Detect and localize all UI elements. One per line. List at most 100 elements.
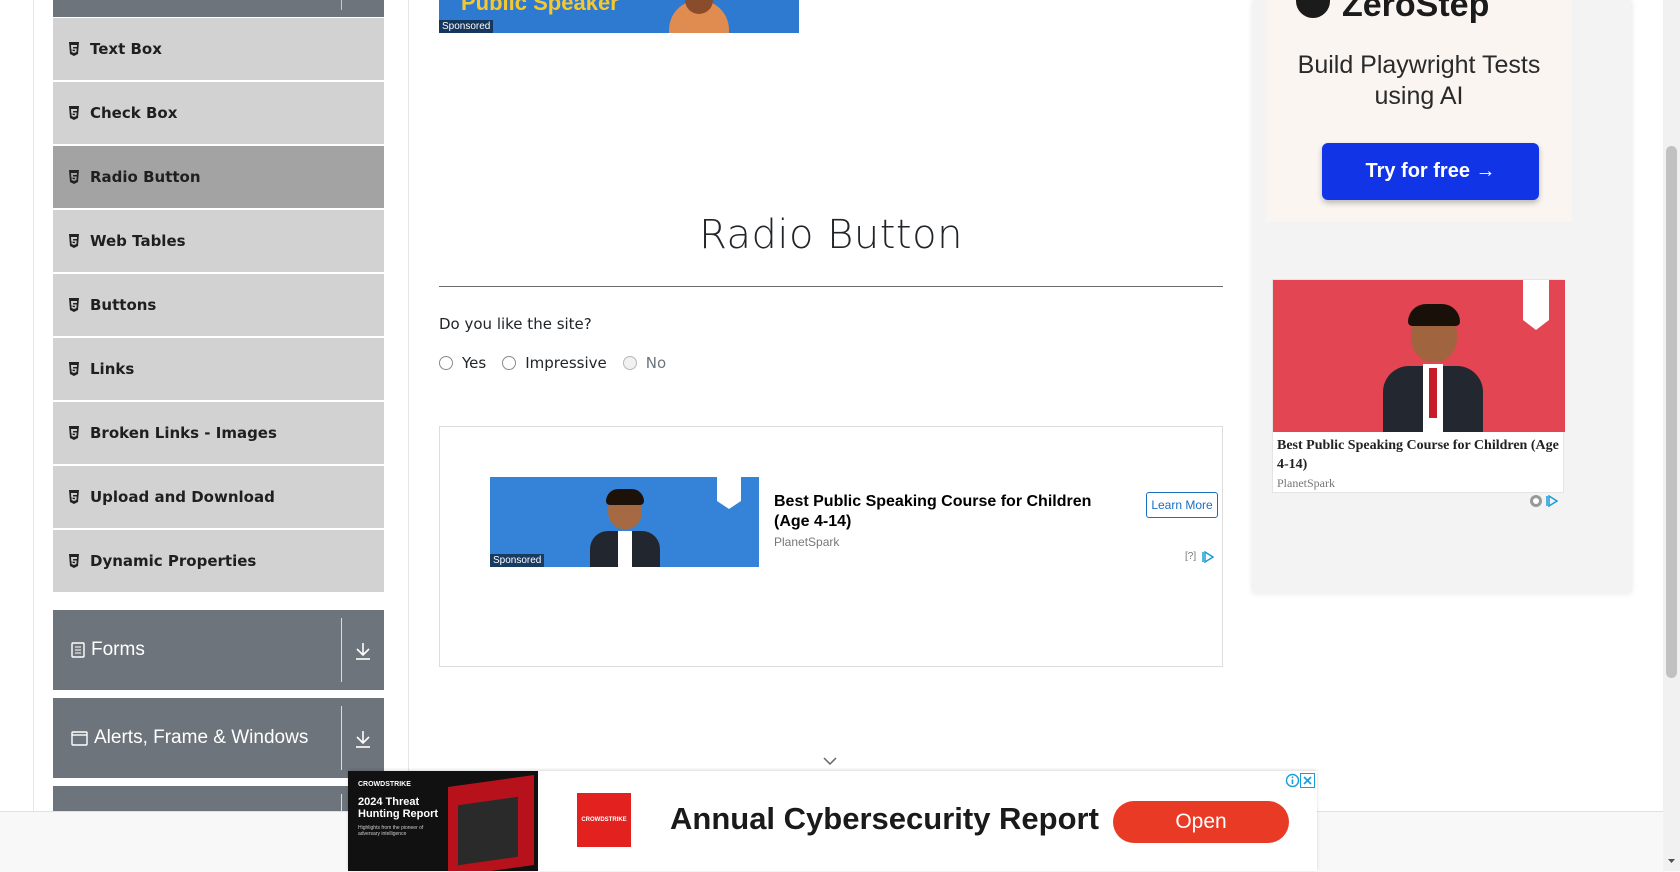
- try-for-free-button[interactable]: Try for free →: [1322, 143, 1539, 200]
- sidebar-item-text-box[interactable]: Text Box: [53, 18, 384, 80]
- download-icon[interactable]: [352, 638, 374, 662]
- sidebar-item-label: Text Box: [90, 40, 162, 58]
- sidebar-item-label: Buttons: [90, 296, 157, 314]
- top-banner-ad[interactable]: Public Speaker Sponsored: [439, 0, 799, 33]
- group-separator: [341, 794, 342, 811]
- html5-icon: [69, 42, 79, 56]
- banner-person-image: [669, 0, 729, 33]
- window-icon: [71, 730, 88, 746]
- chevron-down-icon[interactable]: [822, 756, 838, 766]
- title-divider: [439, 286, 1223, 287]
- sidebar-item-links[interactable]: Links: [53, 338, 384, 400]
- ad-image: CROWDSTRIKE 2024 Threat Hunting Report H…: [348, 771, 538, 871]
- sidebar-group-alerts[interactable]: Alerts, Frame & Windows: [53, 698, 384, 778]
- crowdstrike-logo-icon: CROWDSTRIKE: [577, 793, 631, 847]
- sponsored-label: Sponsored: [490, 554, 545, 567]
- ad-info-link[interactable]: [?]: [1185, 551, 1196, 562]
- zerostep-logo-text: ZeroStep: [1342, 0, 1490, 24]
- sidebar-item-upload-download[interactable]: Upload and Download: [53, 466, 384, 528]
- sidebar-item-label: Broken Links - Images: [90, 424, 277, 442]
- radio-group: Yes Impressive No: [439, 354, 682, 372]
- ad-headline: Best Public Speaking Course for Children…: [1277, 438, 1559, 472]
- ad-headline: Annual Cybersecurity Report: [670, 801, 1099, 836]
- zerostep-logo-icon: [1296, 0, 1330, 18]
- ad-info-icon[interactable]: [1285, 773, 1300, 788]
- question-text: Do you like the site?: [439, 315, 592, 333]
- sidebar-menu-list: Text Box Check Box Radio Button Web Tabl…: [53, 18, 384, 594]
- radio-impressive[interactable]: Impressive: [502, 354, 607, 372]
- sidebar-item-label: Check Box: [90, 104, 178, 122]
- planetspark-logo-icon: [717, 477, 741, 509]
- ad-brand: PlanetSpark: [1277, 476, 1335, 490]
- inline-ad: Sponsored Best Public Speaking Course fo…: [439, 426, 1223, 667]
- sidebar: Text Box Check Box Radio Button Web Tabl…: [0, 0, 409, 811]
- radio-label[interactable]: Yes: [462, 354, 486, 372]
- sidebar-item-radio-button[interactable]: Radio Button: [53, 146, 384, 208]
- adchoices-icon[interactable]: [1546, 495, 1558, 507]
- html5-icon: [69, 554, 79, 568]
- zerostep-ad[interactable]: ZeroStep Build Playwright Tests using AI…: [1266, 0, 1572, 222]
- group-label: Forms: [91, 639, 145, 660]
- elements-group-header[interactable]: [53, 0, 384, 17]
- group-separator: [341, 706, 342, 770]
- sidebar-item-dynamic-properties[interactable]: Dynamic Properties: [53, 530, 384, 592]
- adchoices-icon[interactable]: [1202, 551, 1214, 563]
- sidebar-item-label: Upload and Download: [90, 488, 275, 506]
- group-label: Alerts, Frame & Windows: [94, 727, 309, 748]
- radio-yes[interactable]: Yes: [439, 354, 486, 372]
- ad-controls: [1285, 773, 1315, 788]
- ad-image[interactable]: Sponsored: [490, 477, 759, 567]
- learn-more-button[interactable]: Learn More: [1146, 492, 1218, 518]
- sidebar-item-check-box[interactable]: Check Box: [53, 82, 384, 144]
- radio-label: No: [645, 354, 667, 372]
- sidebar-item-label: Radio Button: [90, 168, 201, 186]
- scrollbar-thumb[interactable]: [1666, 146, 1677, 678]
- sidebar-item-label: Links: [90, 360, 135, 378]
- ad-image-subtitle: Highlights from the pioneer of adversary…: [358, 825, 424, 837]
- document-icon: [71, 642, 85, 658]
- radio-label[interactable]: Impressive: [525, 354, 607, 372]
- html5-icon: [69, 106, 79, 120]
- ad-settings-icon[interactable]: [1529, 494, 1543, 508]
- group-separator: [341, 618, 342, 682]
- scroll-down-arrow-icon[interactable]: [1666, 856, 1677, 866]
- radio-no: No: [622, 354, 667, 372]
- planetspark-card-ad[interactable]: Best Public Speaking Course for Children…: [1272, 279, 1565, 493]
- sidebar-divider: [33, 0, 34, 811]
- download-icon[interactable]: [352, 726, 374, 750]
- html5-icon: [69, 490, 79, 504]
- planetspark-logo-icon: [1523, 280, 1549, 330]
- html5-icon: [69, 362, 79, 376]
- page-title: Radio Button: [699, 212, 963, 258]
- radio-circle: [622, 356, 637, 370]
- sidebar-item-label: Web Tables: [90, 232, 186, 250]
- radio-circle[interactable]: [439, 356, 453, 370]
- sidebar-group-forms[interactable]: Forms: [53, 610, 384, 690]
- sponsored-label: Sponsored: [439, 20, 494, 33]
- sidebar-group-next[interactable]: [53, 786, 384, 811]
- report-book-inner: [458, 796, 518, 866]
- html5-icon: [69, 426, 79, 440]
- radio-circle[interactable]: [502, 356, 517, 370]
- ad-image-title: 2024 Threat Hunting Report: [358, 796, 439, 820]
- sidebar-item-web-tables[interactable]: Web Tables: [53, 210, 384, 272]
- group-separator: [341, 0, 342, 10]
- banner-text: Public Speaker: [461, 0, 619, 15]
- ad-brand: PlanetSpark: [774, 535, 840, 549]
- ad-child-figure: [1383, 300, 1483, 432]
- logo-text: CROWDSTRIKE: [581, 817, 627, 823]
- open-button[interactable]: Open: [1113, 801, 1289, 843]
- sidebar-item-broken-links[interactable]: Broken Links - Images: [53, 402, 384, 464]
- ad-child-figure: [590, 489, 660, 567]
- sidebar-item-buttons[interactable]: Buttons: [53, 274, 384, 336]
- html5-icon: [69, 298, 79, 312]
- sidebar-item-label: Dynamic Properties: [90, 552, 257, 570]
- bottom-sticky-ad[interactable]: CROWDSTRIKE 2024 Threat Hunting Report H…: [348, 771, 1317, 871]
- right-sidebar-ad: ZeroStep Build Playwright Tests using AI…: [1253, 0, 1631, 593]
- html5-icon: [69, 170, 79, 184]
- html5-icon: [69, 234, 79, 248]
- close-icon[interactable]: [1300, 773, 1315, 788]
- zerostep-headline: Build Playwright Tests using AI: [1297, 51, 1541, 110]
- ad-headline[interactable]: Best Public Speaking Course for Children…: [774, 492, 1114, 532]
- ad-image: [1273, 280, 1565, 432]
